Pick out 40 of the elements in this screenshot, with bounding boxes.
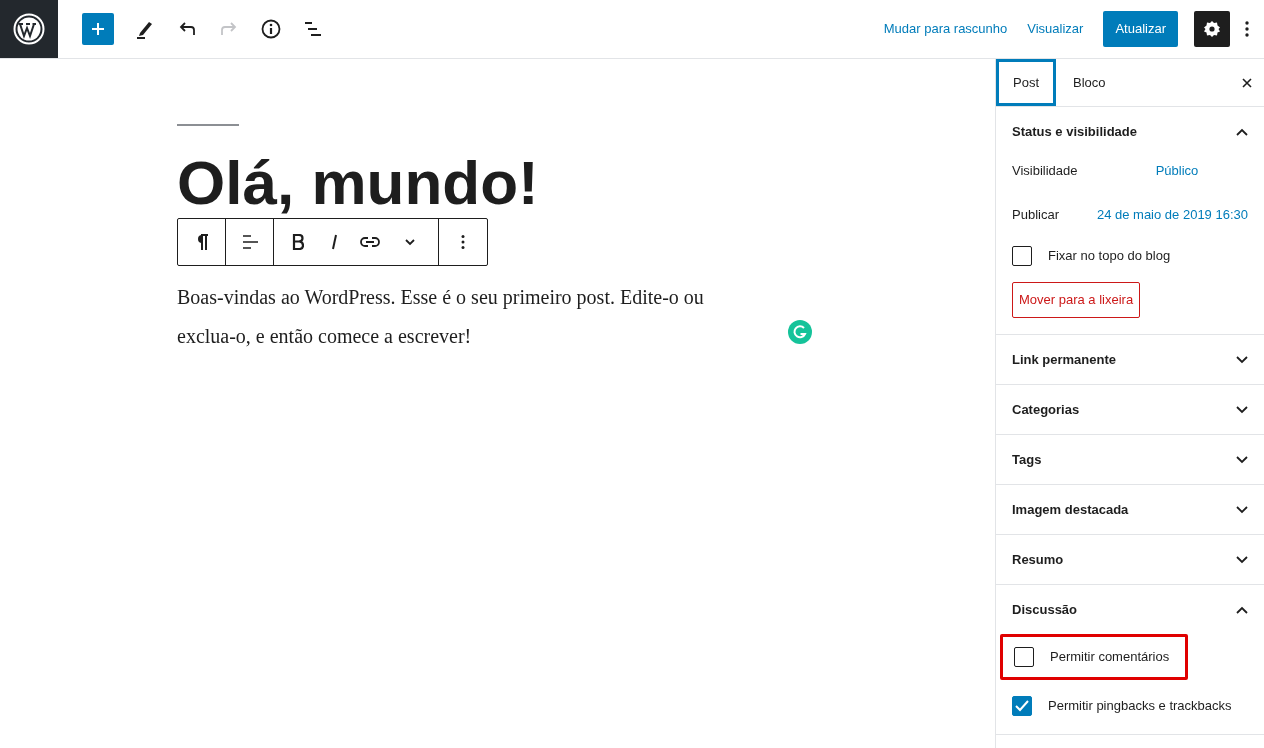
checkbox[interactable] — [1014, 647, 1034, 667]
panel-header[interactable]: Status e visibilidade — [996, 107, 1264, 156]
settings-icon — [1203, 20, 1221, 38]
checkbox-label: Fixar no topo do blog — [1048, 247, 1171, 266]
link-icon — [360, 236, 380, 248]
post-paragraph[interactable]: Boas-vindas ao WordPress. Esse é o seu primeiro post. Edite-o ou exclua-o, e então comece a escrever! — [177, 278, 762, 356]
more-options-icon[interactable] — [1244, 20, 1250, 38]
checkbox-label: Permitir pingbacks e trackbacks — [1048, 697, 1232, 716]
sidebar-tab[interactable]: Bloco — [1056, 59, 1123, 106]
trash-button[interactable]: Mover para a lixeira — [1012, 282, 1141, 318]
sidebar-tab[interactable]: Post — [996, 59, 1056, 106]
chevron-down-icon — [404, 238, 416, 246]
panel-header[interactable]: Discussão — [996, 585, 1264, 634]
field-label: Visibilidade — [1012, 162, 1079, 181]
more-options-icon — [461, 234, 465, 250]
bold-icon — [292, 234, 304, 250]
header-link[interactable]: Mudar para rascunho — [883, 19, 1008, 39]
add-block-button[interactable] — [82, 13, 114, 45]
info-icon[interactable] — [260, 18, 282, 40]
field-value-link[interactable]: Público — [1155, 161, 1199, 181]
logo-tile[interactable] — [0, 0, 58, 58]
panel-header[interactable]: Link permanente — [996, 335, 1264, 384]
settings-button[interactable] — [1194, 11, 1230, 47]
italic-icon — [330, 234, 338, 250]
checkbox[interactable] — [1012, 246, 1032, 266]
update-button[interactable]: Atualizar — [1103, 11, 1178, 47]
checkbox-label: Permitir comentários — [1050, 648, 1170, 667]
wordpress-logo-icon — [13, 13, 45, 45]
post-title[interactable]: Olá, mundo! — [177, 148, 995, 218]
plus-icon — [91, 22, 105, 36]
panel-header[interactable]: Tags — [996, 435, 1264, 484]
field-value-link[interactable]: 24 de maio de 2019 16:30 — [1096, 205, 1248, 225]
close-icon[interactable] — [1242, 77, 1252, 88]
panel-header[interactable]: Categorias — [996, 385, 1264, 434]
checkbox[interactable] — [1012, 696, 1032, 716]
header-link[interactable]: Visualizar — [1027, 19, 1084, 39]
panel-header[interactable]: Imagem destacada — [996, 485, 1264, 534]
panel-header[interactable]: Resumo — [996, 535, 1264, 584]
align-left-icon — [240, 234, 259, 250]
field-label: Publicar — [1012, 206, 1060, 225]
